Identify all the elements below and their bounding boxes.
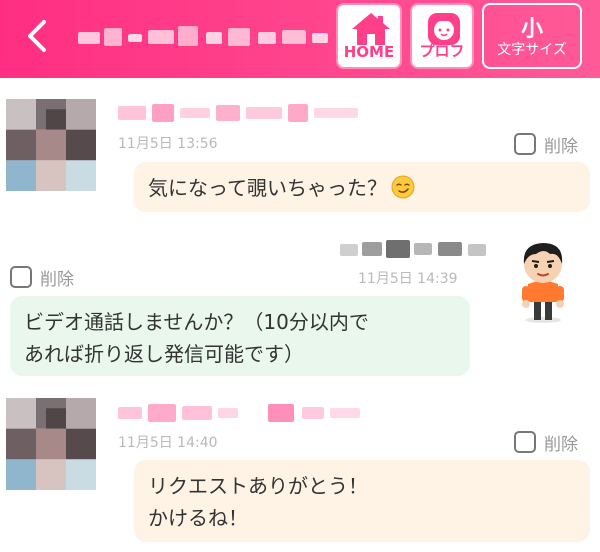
my-avatar[interactable]	[498, 234, 588, 326]
delete-label: 削除	[40, 269, 74, 290]
home-button[interactable]: HOME	[336, 3, 402, 69]
sender-name-censored	[118, 104, 360, 122]
message-text-line: かけるね！	[148, 506, 248, 530]
message-text-line: あれば折り返し発信可能です）	[24, 342, 304, 366]
back-button[interactable]	[18, 14, 58, 58]
partner-avatar[interactable]	[6, 398, 96, 490]
checkbox-icon[interactable]	[10, 266, 32, 288]
delete-checkbox[interactable]: 削除	[514, 429, 578, 455]
message-text: 気になって覗いちゃった？	[148, 172, 576, 204]
font-size-button[interactable]: 小 文字サイズ	[482, 3, 582, 69]
censored-photo-icon	[6, 99, 96, 191]
partner-name-censored	[78, 24, 330, 52]
message-text-line: リクエストありがとう！	[148, 474, 368, 498]
profile-button[interactable]: プロフ	[410, 3, 474, 69]
checkbox-icon[interactable]	[514, 133, 536, 155]
my-name-censored	[340, 240, 490, 258]
font-size-label: 文字サイズ	[497, 42, 567, 58]
partner-avatar[interactable]	[6, 99, 96, 191]
smirk-icon	[391, 175, 415, 199]
message-text-line: ビデオ通話しませんか？（10分以内で	[24, 310, 369, 334]
delete-label: 削除	[544, 434, 578, 455]
message-bubble: ビデオ通話しませんか？（10分以内で あれば折り返し発信可能です）	[10, 296, 470, 376]
message-timestamp: 11月5日 13:56	[118, 136, 218, 152]
message-timestamp: 11月5日 14:39	[358, 271, 458, 287]
app-header: HOME プロフ 小 文字サイズ	[0, 0, 600, 78]
message-bubble: 気になって覗いちゃった？	[134, 162, 590, 212]
checkbox-icon[interactable]	[514, 431, 536, 453]
chevron-left-icon	[28, 20, 46, 52]
sender-name-censored	[118, 404, 362, 422]
message-bubble: リクエストありがとう！ かけるね！	[134, 460, 590, 542]
message-timestamp: 11月5日 14:40	[118, 435, 218, 451]
boy-character-icon	[522, 243, 564, 323]
delete-checkbox[interactable]: 削除	[10, 264, 74, 290]
delete-label: 削除	[544, 136, 578, 157]
profile-label: プロフ	[419, 42, 465, 60]
home-label: HOME	[343, 43, 395, 61]
delete-checkbox[interactable]: 削除	[514, 131, 578, 157]
censored-photo-icon	[6, 398, 96, 490]
